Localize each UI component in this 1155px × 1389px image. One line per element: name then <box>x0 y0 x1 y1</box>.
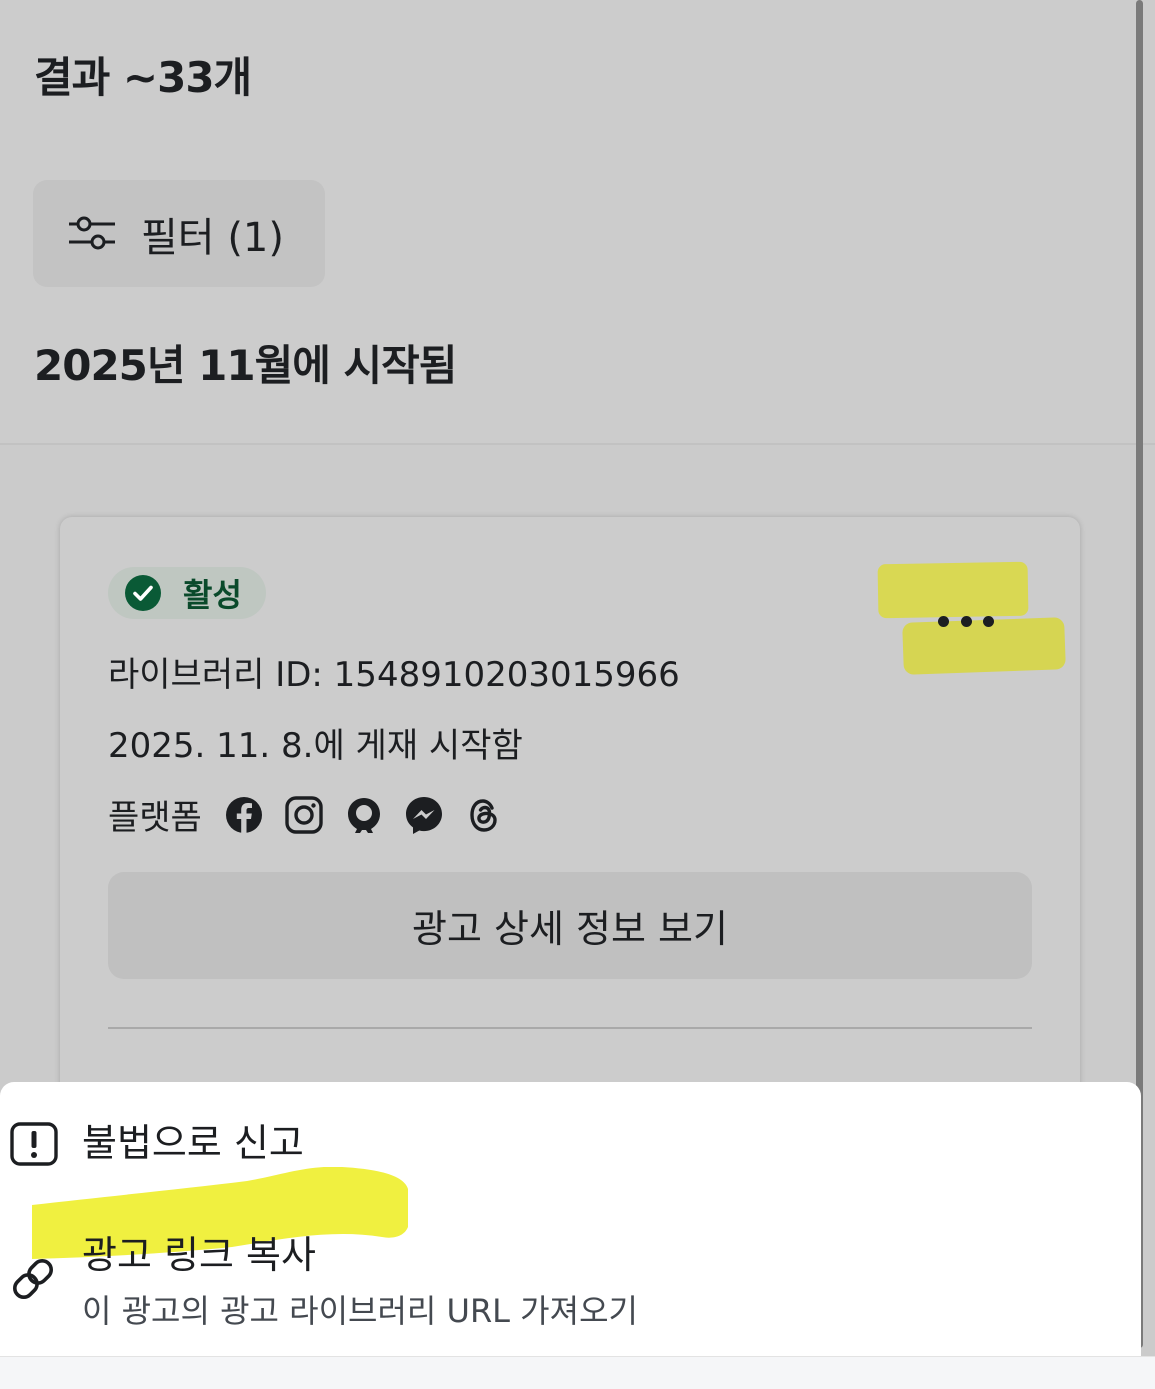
facebook-icon <box>225 796 262 833</box>
results-header: 결과 ~33개 필터 (1) 2025년 11월에 시작됨 <box>0 0 1155 445</box>
instagram-icon <box>285 795 323 834</box>
bottom-bar <box>0 1356 1155 1389</box>
results-count-title: 결과 ~33개 <box>34 53 252 102</box>
filter-button[interactable]: 필터 (1) <box>33 180 325 287</box>
check-circle-icon <box>125 575 161 611</box>
copy-ad-link-menu-item[interactable]: 광고 링크 복사 이 광고의 광고 라이브러리 URL 가져오기 <box>0 1220 1141 1330</box>
exclamation-box-icon <box>10 1122 58 1166</box>
start-date: 2025. 11. 8.에 게재 시작함 <box>108 726 523 766</box>
filter-label: 필터 (1) <box>141 214 284 261</box>
link-icon <box>13 1259 53 1299</box>
dot-icon <box>983 615 994 627</box>
dot-icon <box>938 615 949 627</box>
platforms-label: 플랫폼 <box>108 798 202 838</box>
more-options-button[interactable] <box>938 611 994 631</box>
sliders-icon <box>69 216 115 249</box>
report-illegal-label: 불법으로 신고 <box>82 1121 304 1165</box>
platforms-row: 플랫폼 <box>108 790 524 839</box>
messenger-icon <box>405 796 442 834</box>
ad-details-button[interactable]: 광고 상세 정보 보기 <box>108 872 1032 979</box>
audience-network-icon <box>347 797 380 833</box>
options-bottom-sheet: 불법으로 신고 광고 링크 복사 이 광고의 광고 라이브러리 URL 가져오기 <box>0 1082 1141 1356</box>
ad-card: 활성 라이브러리 ID: 1548910203015966 2025. 11. … <box>60 517 1080 1137</box>
status-badge: 활성 <box>108 567 266 619</box>
copy-ad-link-description: 이 광고의 광고 라이브러리 URL 가져오기 <box>82 1292 638 1330</box>
status-badge-label: 활성 <box>183 576 242 614</box>
threads-icon <box>470 798 497 832</box>
copy-ad-link-label: 광고 링크 복사 <box>82 1233 316 1277</box>
report-illegal-menu-item[interactable]: 불법으로 신고 <box>0 1106 1141 1166</box>
section-heading: 2025년 11월에 시작됨 <box>34 341 457 390</box>
dot-icon <box>960 615 972 627</box>
library-id: 라이브러리 ID: 1548910203015966 <box>108 655 680 695</box>
card-divider <box>108 1027 1032 1029</box>
highlight-mark <box>877 561 1029 619</box>
